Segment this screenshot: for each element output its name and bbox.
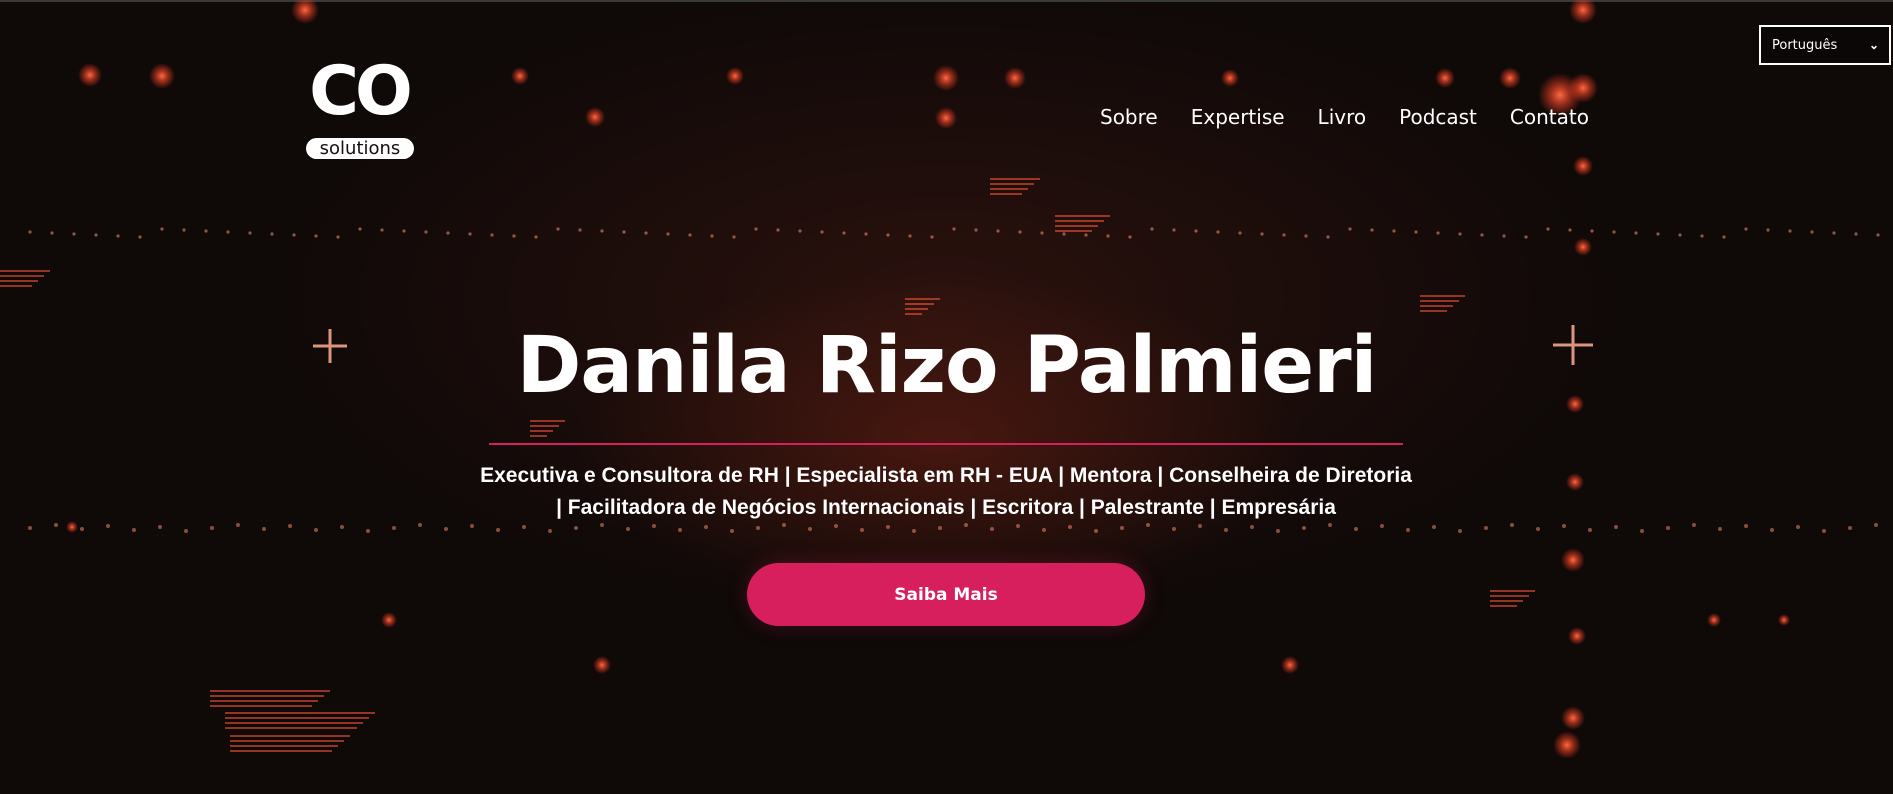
main-nav: Sobre Expertise Livro Podcast Contato (1100, 104, 1589, 130)
logo-mark: CO (309, 52, 413, 131)
language-select-value: Português (1772, 37, 1838, 53)
hero-subtitle-line-2: | Facilitadora de Negócios Internacionai… (556, 496, 1336, 519)
nav-link-sobre[interactable]: Sobre (1100, 104, 1158, 130)
nav-link-livro[interactable]: Livro (1318, 104, 1367, 130)
title-divider (489, 443, 1403, 445)
hero-subtitle-line-1: Executiva e Consultora de RH | Especiali… (480, 464, 1412, 487)
saiba-mais-button[interactable]: Saiba Mais (747, 563, 1145, 626)
nav-link-expertise[interactable]: Expertise (1191, 104, 1285, 130)
nav-link-podcast[interactable]: Podcast (1399, 104, 1477, 130)
logo[interactable]: CO solutions (298, 58, 420, 162)
hero-subtitle: Executiva e Consultora de RH | Especiali… (446, 460, 1446, 524)
logo-subtext: solutions (306, 138, 414, 159)
hero-title: Danila Rizo Palmieri (516, 321, 1378, 411)
chevron-down-icon: ⌄ (1868, 38, 1879, 52)
language-select[interactable]: Português ⌄ (1759, 25, 1891, 65)
nav-link-contato[interactable]: Contato (1510, 104, 1589, 130)
hero-section: CO solutions Sobre Expertise Livro Podca… (0, 0, 1893, 794)
